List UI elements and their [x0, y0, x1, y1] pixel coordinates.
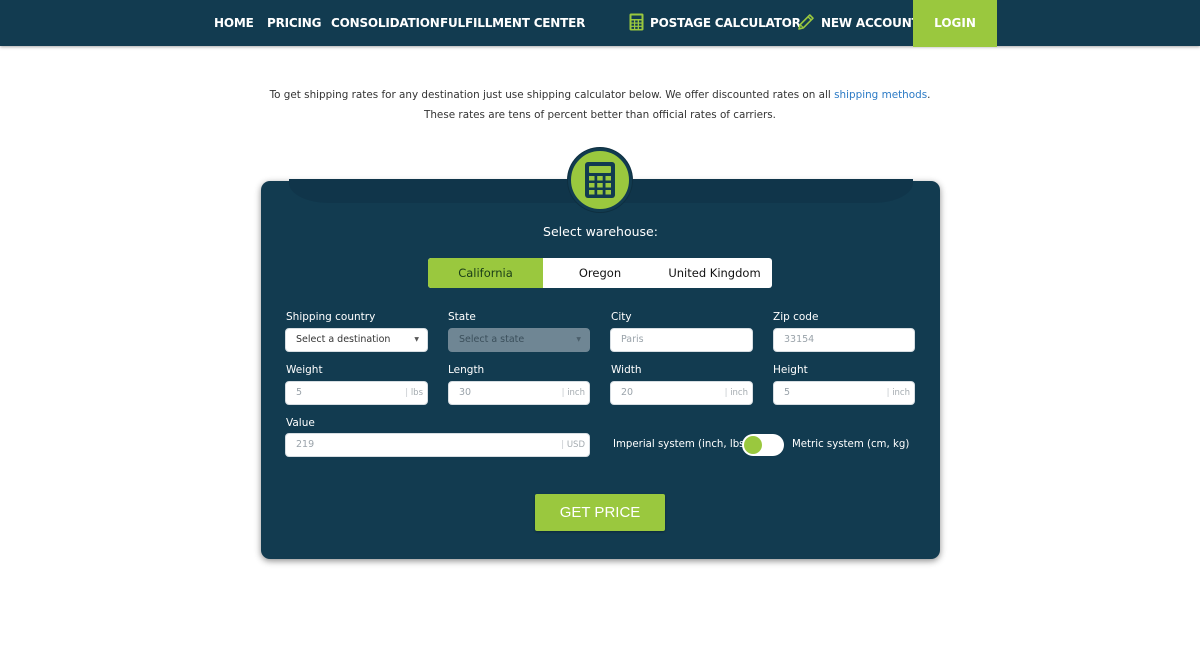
- chevron-down-icon: ▼: [414, 336, 419, 343]
- width-input[interactable]: 20 inch: [610, 381, 753, 405]
- select-warehouse-title: Select warehouse:: [543, 224, 658, 239]
- zip-code-placeholder: 33154: [784, 334, 815, 345]
- value-input[interactable]: 219 USD: [285, 433, 590, 457]
- city-placeholder: Paris: [621, 334, 644, 345]
- warehouse-option-california[interactable]: California: [428, 258, 543, 288]
- height-label: Height: [773, 364, 808, 376]
- intro-text: To get shipping rates for any destinatio…: [255, 85, 945, 125]
- nav-pricing-link[interactable]: PRICING: [267, 0, 321, 46]
- length-input[interactable]: 30 inch: [448, 381, 590, 405]
- weight-placeholder: 5: [296, 387, 303, 398]
- width-label: Width: [611, 364, 642, 376]
- imperial-system-label[interactable]: Imperial system (inch, lbs): [613, 439, 748, 450]
- weight-label: Weight: [286, 364, 323, 376]
- warehouse-selector: California Oregon United Kingdom: [428, 258, 772, 288]
- shipping-methods-link[interactable]: shipping methods: [834, 89, 927, 101]
- state-value: Select a state: [459, 334, 525, 345]
- weight-input[interactable]: 5 lbs: [285, 381, 428, 405]
- height-placeholder: 5: [784, 387, 791, 398]
- shipping-country-value: Select a destination: [296, 334, 391, 345]
- calculator-icon: [585, 162, 615, 198]
- nav-new-account-link[interactable]: NEW ACCOUNT: [797, 0, 920, 46]
- chevron-down-icon: ▼: [576, 336, 581, 343]
- postage-calculator-label: POSTAGE CALCULATOR: [650, 16, 801, 30]
- nav-home-link[interactable]: HOME: [214, 0, 254, 46]
- get-price-button[interactable]: GET PRICE: [535, 494, 665, 531]
- value-unit: USD: [561, 434, 585, 456]
- nav-postage-calculator-link[interactable]: POSTAGE CALCULATOR: [629, 0, 801, 46]
- new-account-label: NEW ACCOUNT: [821, 16, 920, 30]
- value-placeholder: 219: [296, 439, 315, 450]
- toggle-knob: [744, 436, 762, 454]
- login-button[interactable]: LOGIN: [913, 0, 997, 47]
- state-label: State: [448, 311, 476, 323]
- warehouse-option-oregon[interactable]: Oregon: [543, 258, 657, 288]
- length-label: Length: [448, 364, 485, 376]
- value-label: Value: [286, 417, 315, 429]
- metric-system-label[interactable]: Metric system (cm, kg): [792, 439, 909, 450]
- city-label: City: [611, 311, 632, 323]
- length-placeholder: 30: [459, 387, 472, 398]
- state-select[interactable]: Select a state ▼: [448, 328, 590, 352]
- intro-text-before: To get shipping rates for any destinatio…: [269, 89, 835, 101]
- weight-unit: lbs: [405, 382, 423, 404]
- width-placeholder: 20: [621, 387, 634, 398]
- height-input[interactable]: 5 inch: [773, 381, 915, 405]
- zip-code-input[interactable]: 33154: [773, 328, 915, 352]
- city-input[interactable]: Paris: [610, 328, 753, 352]
- shipping-country-label: Shipping country: [286, 311, 376, 323]
- nav-consolidation-link[interactable]: CONSOLIDATION: [331, 0, 440, 46]
- zip-code-label: Zip code: [773, 311, 819, 323]
- calculator-badge: [568, 148, 632, 212]
- unit-system-toggle[interactable]: [742, 434, 784, 456]
- nav-fulfillment-center-link[interactable]: FULFILLMENT CENTER: [440, 0, 585, 46]
- warehouse-option-united-kingdom[interactable]: United Kingdom: [657, 258, 772, 288]
- calculator-icon: [629, 13, 644, 30]
- height-unit: inch: [887, 382, 910, 404]
- length-unit: inch: [562, 382, 585, 404]
- shipping-country-select[interactable]: Select a destination ▼: [285, 328, 428, 352]
- width-unit: inch: [725, 382, 748, 404]
- top-navigation-bar: HOME PRICING CONSOLIDATION FULFILLMENT C…: [0, 0, 1200, 47]
- pencil-icon: [798, 13, 814, 30]
